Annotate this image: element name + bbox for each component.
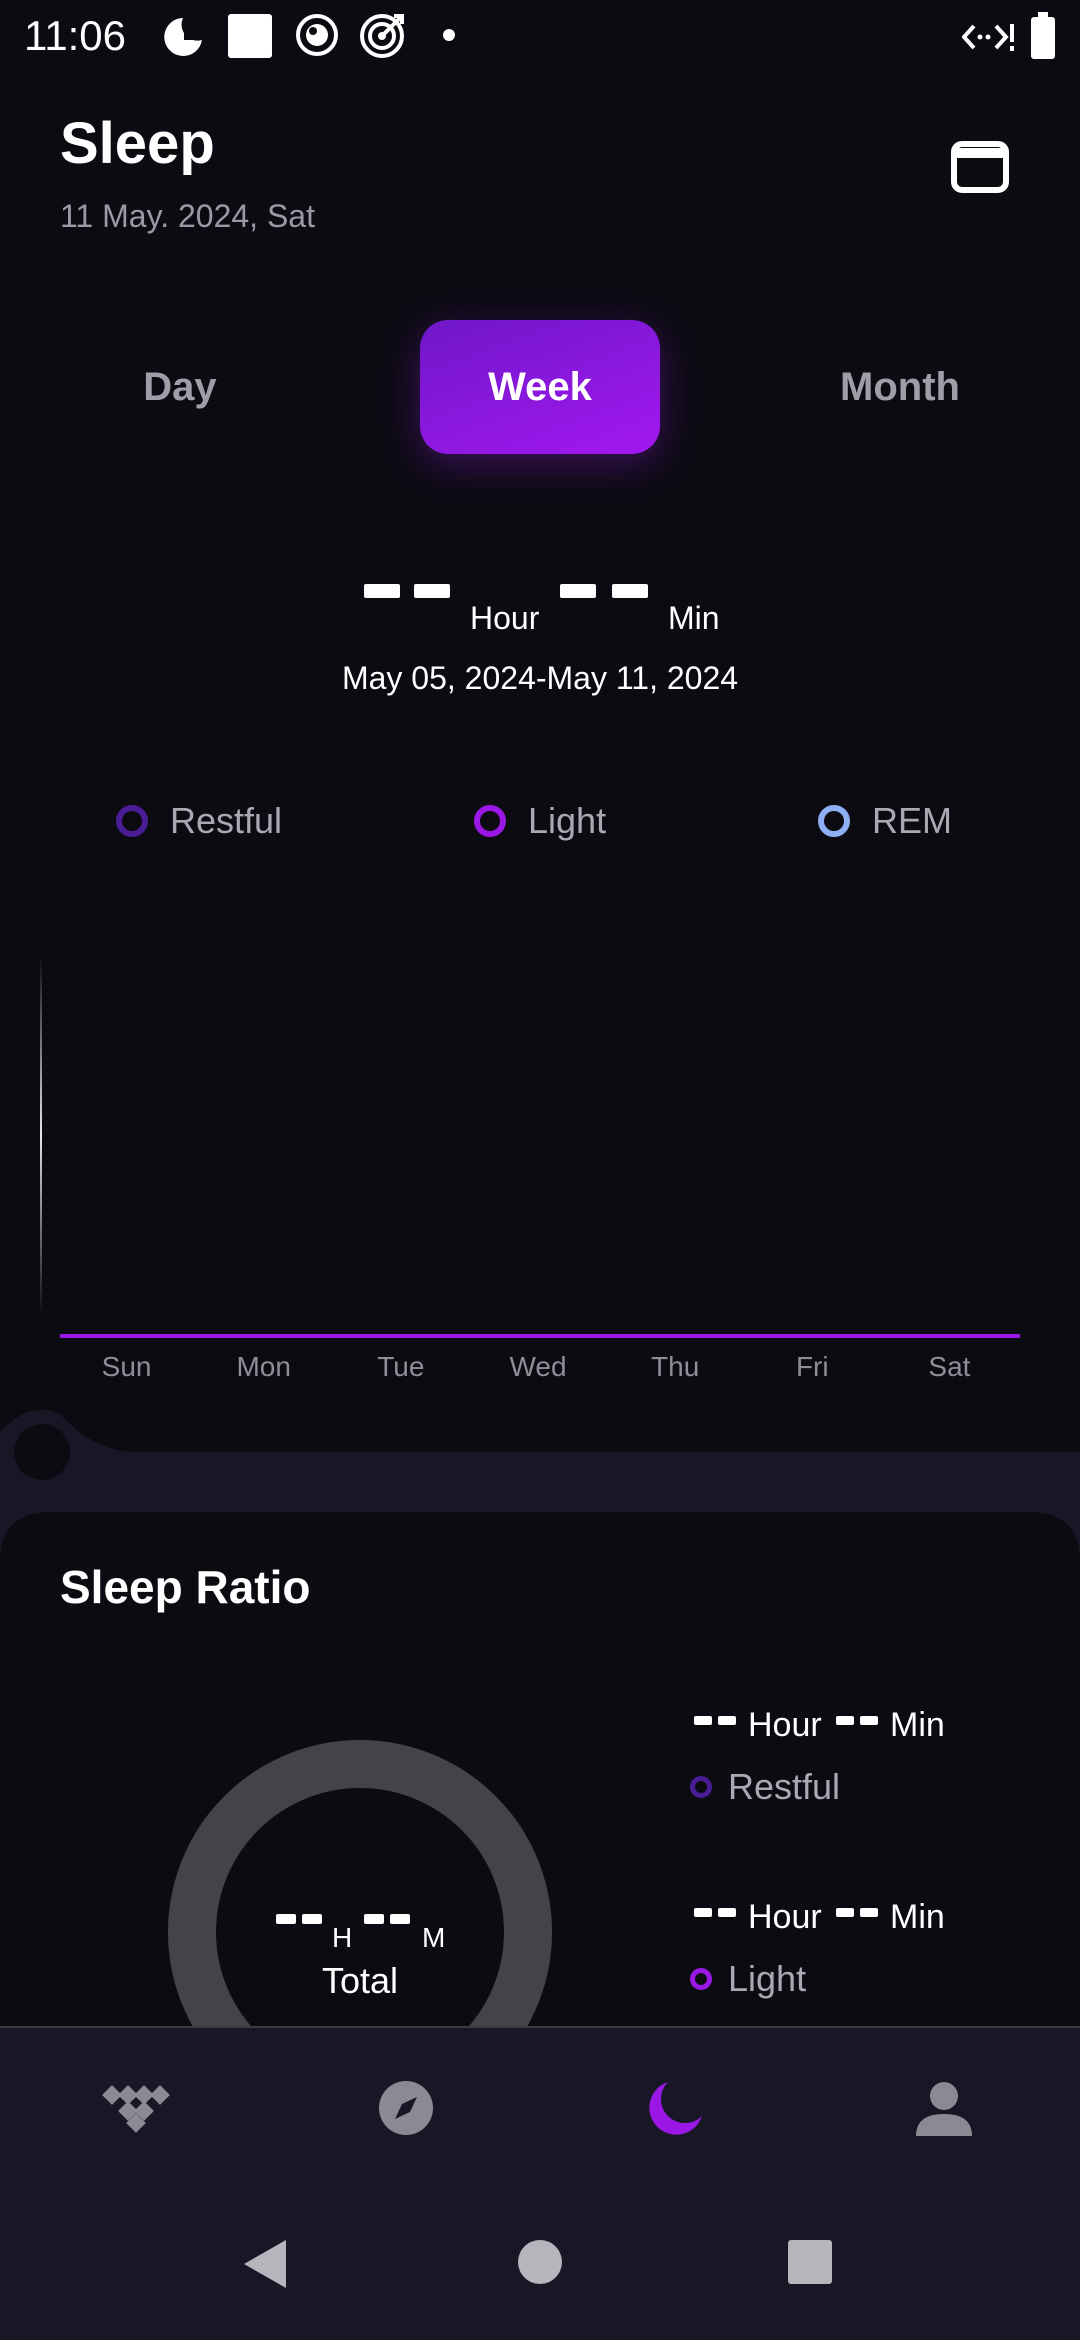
- restful-ring-icon: [116, 805, 148, 837]
- light-min-dash: [836, 1908, 854, 1917]
- x-tick-label: Fri: [796, 1351, 829, 1380]
- donut-min-dash: [364, 1914, 384, 1924]
- nav-explore[interactable]: [366, 2068, 446, 2148]
- donut-m-unit: M: [422, 1922, 446, 1953]
- hour-dash: [364, 584, 400, 598]
- system-navigation-bar: [0, 2206, 1080, 2340]
- restful-dot-icon: [690, 1776, 712, 1798]
- donut-h-unit: H: [332, 1922, 353, 1953]
- ratio-light-label: Light: [728, 1958, 807, 1999]
- y-axis-line: [40, 955, 42, 1315]
- calendar-icon: [951, 141, 1009, 193]
- light-hour-dash: [718, 1908, 736, 1917]
- min-dash: [560, 584, 596, 598]
- min-dash: [612, 584, 648, 598]
- tab-month[interactable]: Month: [780, 320, 1020, 454]
- ratio-restful: Restful: [690, 1766, 840, 1808]
- nav-sleep[interactable]: [636, 2068, 716, 2148]
- grid-diamond-icon: [102, 2085, 170, 2133]
- x-tick-label: Wed: [509, 1351, 566, 1380]
- dot-icon: [443, 29, 455, 41]
- donut-hour-dash: [302, 1914, 322, 1924]
- light-ring-icon: [474, 805, 506, 837]
- donut-min-dash: [390, 1914, 410, 1924]
- page-date: 11 May. 2024, Sat: [60, 198, 315, 234]
- ratio-light: Light: [690, 1958, 806, 2000]
- restful-hour-dash: [718, 1716, 736, 1725]
- date-range: May 05, 2024-May 11, 2024: [341, 660, 739, 696]
- rem-ring-icon: [818, 805, 850, 837]
- legend-rem-label: REM: [872, 800, 952, 841]
- restful-hour-unit: Hour: [748, 1706, 822, 1744]
- moon-icon: [649, 2082, 702, 2135]
- sleep-clock-icon: [164, 18, 202, 56]
- battery-icon: [1031, 12, 1055, 59]
- home-icon[interactable]: [516, 2238, 564, 2286]
- x-tick-label: Sat: [928, 1351, 970, 1380]
- light-min-unit: Min: [890, 1898, 945, 1936]
- status-bar: 11:06: [0, 0, 1080, 72]
- legend-restful: Restful: [116, 800, 282, 842]
- donut-total-label: Total: [321, 1960, 399, 2001]
- x-tick-label: Thu: [651, 1351, 699, 1380]
- donut-total-value: H M: [168, 1900, 552, 1960]
- target-icon: [360, 14, 404, 58]
- nav-profile[interactable]: [904, 2068, 984, 2148]
- light-dot-icon: [690, 1968, 712, 1990]
- legend-rem: REM: [818, 800, 952, 842]
- back-icon[interactable]: [240, 2236, 290, 2292]
- legend-restful-label: Restful: [170, 800, 283, 841]
- status-time: 11:06: [24, 12, 126, 59]
- light-min-dash: [860, 1908, 878, 1917]
- ratio-restful-label: Restful: [728, 1766, 841, 1807]
- page-title: Sleep: [60, 111, 215, 176]
- restful-min-unit: Min: [890, 1706, 945, 1744]
- bottom-nav: [0, 2026, 1080, 2206]
- x-tick-label: Mon: [236, 1351, 290, 1380]
- tab-day[interactable]: Day: [60, 320, 300, 454]
- light-duration: Hour Min: [690, 1892, 1010, 1942]
- x-tick-label: Tue: [377, 1351, 424, 1380]
- calendar-button[interactable]: [950, 140, 1018, 204]
- light-hour-dash: [694, 1908, 712, 1917]
- donut-hour-dash: [276, 1914, 296, 1924]
- restful-min-dash: [836, 1716, 854, 1725]
- legend-light-label: Light: [528, 800, 607, 841]
- compass-icon: [379, 2081, 433, 2135]
- white-square-icon: [228, 14, 272, 58]
- sleep-screen: 11:06 Sleep 11 May. 2024, Sat Day Week M…: [0, 0, 1080, 2340]
- legend-light: Light: [474, 800, 606, 842]
- network-icon: [962, 24, 1014, 51]
- tab-week[interactable]: Week: [420, 320, 660, 454]
- restful-duration: Hour Min: [690, 1700, 1010, 1750]
- min-unit: Min: [668, 600, 720, 636]
- light-hour-unit: Hour: [748, 1898, 822, 1936]
- restful-min-dash: [860, 1716, 878, 1725]
- x-tick-label: Sun: [102, 1351, 152, 1380]
- total-duration: Hour Min: [0, 570, 1080, 650]
- hour-unit: Hour: [470, 600, 540, 636]
- person-icon: [916, 2082, 972, 2136]
- weekly-sleep-chart: Sun Mon Tue Wed Thu Fri Sat: [40, 955, 1020, 1380]
- hour-dash: [414, 584, 450, 598]
- nav-dashboard[interactable]: [95, 2068, 175, 2148]
- recents-icon[interactable]: [786, 2238, 834, 2286]
- camera-icon: [296, 14, 338, 56]
- sleep-ratio-title: Sleep Ratio: [60, 1561, 311, 1613]
- restful-hour-dash: [694, 1716, 712, 1725]
